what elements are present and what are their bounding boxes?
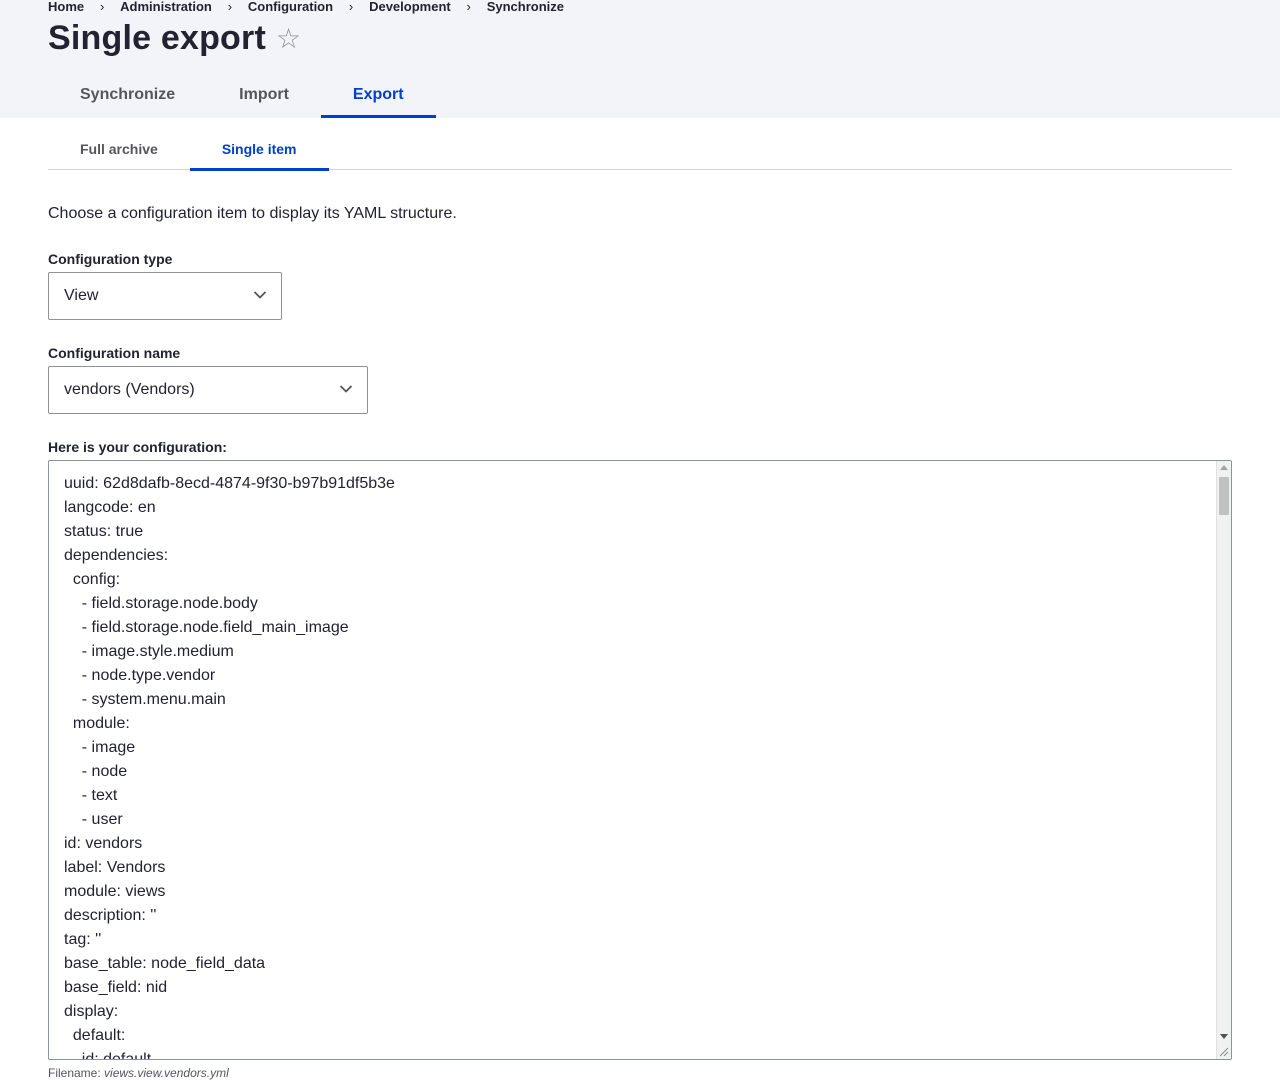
- secondary-tabs: Full archive Single item: [48, 130, 1232, 171]
- breadcrumb-configuration[interactable]: Configuration: [248, 0, 333, 14]
- config-name-label: Configuration name: [48, 345, 181, 361]
- breadcrumb-administration[interactable]: Administration: [120, 0, 212, 14]
- config-output-textarea[interactable]: uuid: 62d8dafb-8ecd-4874-9f30-b97b91df5b…: [48, 460, 1232, 1060]
- breadcrumb-separator: ›: [348, 0, 354, 14]
- breadcrumb-separator: ›: [227, 0, 233, 14]
- resize-grip-icon[interactable]: [1217, 1045, 1229, 1057]
- config-name-select[interactable]: vendors (Vendors): [48, 366, 368, 414]
- breadcrumb-synchronize[interactable]: Synchronize: [487, 0, 564, 14]
- breadcrumb-separator: ›: [99, 0, 105, 14]
- filename-label: Filename:: [48, 1066, 105, 1080]
- tab-single-item[interactable]: Single item: [189, 130, 329, 171]
- page-title: Single export: [48, 19, 266, 57]
- page-title-row: Single export ☆: [48, 16, 301, 60]
- breadcrumb: Home › Administration › Configuration › …: [48, 0, 564, 14]
- breadcrumb-development[interactable]: Development: [369, 0, 451, 14]
- primary-tabs: Synchronize Import Export: [48, 72, 436, 118]
- tab-full-archive[interactable]: Full archive: [48, 130, 190, 170]
- breadcrumb-home[interactable]: Home: [48, 0, 84, 14]
- star-outline-icon[interactable]: ☆: [276, 19, 301, 59]
- filename-info: Filename: views.view.vendors.yml: [48, 1066, 229, 1081]
- chevron-down-icon: [253, 291, 267, 299]
- tab-export[interactable]: Export: [320, 72, 436, 118]
- config-type-select[interactable]: View: [48, 272, 282, 320]
- config-output-label: Here is your configuration:: [48, 439, 227, 455]
- config-name-value: vendors (Vendors): [64, 381, 195, 398]
- tab-import[interactable]: Import: [207, 72, 321, 118]
- tab-synchronize[interactable]: Synchronize: [48, 72, 207, 118]
- form-description: Choose a configuration item to display i…: [48, 205, 457, 222]
- chevron-down-icon: [339, 385, 353, 393]
- breadcrumb-separator: ›: [466, 0, 471, 14]
- scroll-down-arrow-icon[interactable]: [1220, 1034, 1228, 1039]
- scrollbar-thumb[interactable]: [1219, 477, 1229, 515]
- config-type-value: View: [64, 287, 99, 304]
- filename-value: views.view.vendors.yml: [104, 1066, 229, 1080]
- scroll-up-arrow-icon[interactable]: [1220, 465, 1228, 470]
- config-yaml-text[interactable]: uuid: 62d8dafb-8ecd-4874-9f30-b97b91df5b…: [64, 472, 1204, 1059]
- textarea-scrollbar[interactable]: [1216, 461, 1231, 1059]
- config-type-label: Configuration type: [48, 251, 173, 267]
